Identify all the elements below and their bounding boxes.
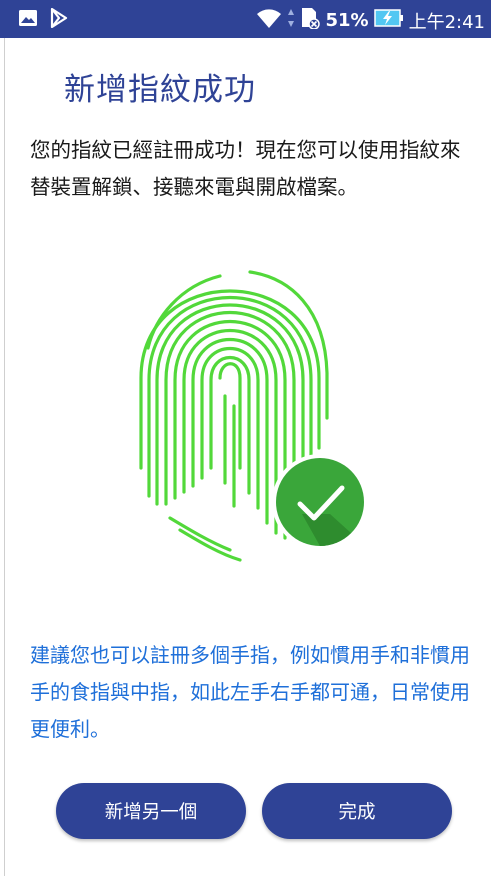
status-bar: 51% 上午2:41	[0, 0, 491, 38]
data-arrows-icon	[287, 8, 295, 33]
fingerprint-illustration	[130, 268, 380, 568]
wifi-icon	[256, 7, 282, 34]
success-description: 您的指紋已經註冊成功！現在您可以使用指紋來替裝置解鎖、接聽來電與開啟檔案。	[30, 138, 461, 199]
add-another-button[interactable]: 新增另一個	[56, 783, 246, 839]
battery-percent: 51%	[325, 10, 369, 31]
page-title: 新增指紋成功	[64, 72, 256, 108]
battery-charging-icon	[373, 8, 404, 33]
no-sim-icon	[300, 7, 321, 34]
done-button[interactable]: 完成	[262, 783, 452, 839]
window-edge	[4, 38, 5, 876]
image-icon	[18, 9, 38, 31]
play-store-icon	[50, 7, 68, 32]
clock: 上午2:41	[408, 11, 485, 33]
suggestion-text: 建議您也可以註冊多個手指，例如慣用手和非慣用手的食指與中指，如此左手右手都可通，…	[30, 643, 470, 741]
fingerprint-icon	[139, 270, 368, 562]
